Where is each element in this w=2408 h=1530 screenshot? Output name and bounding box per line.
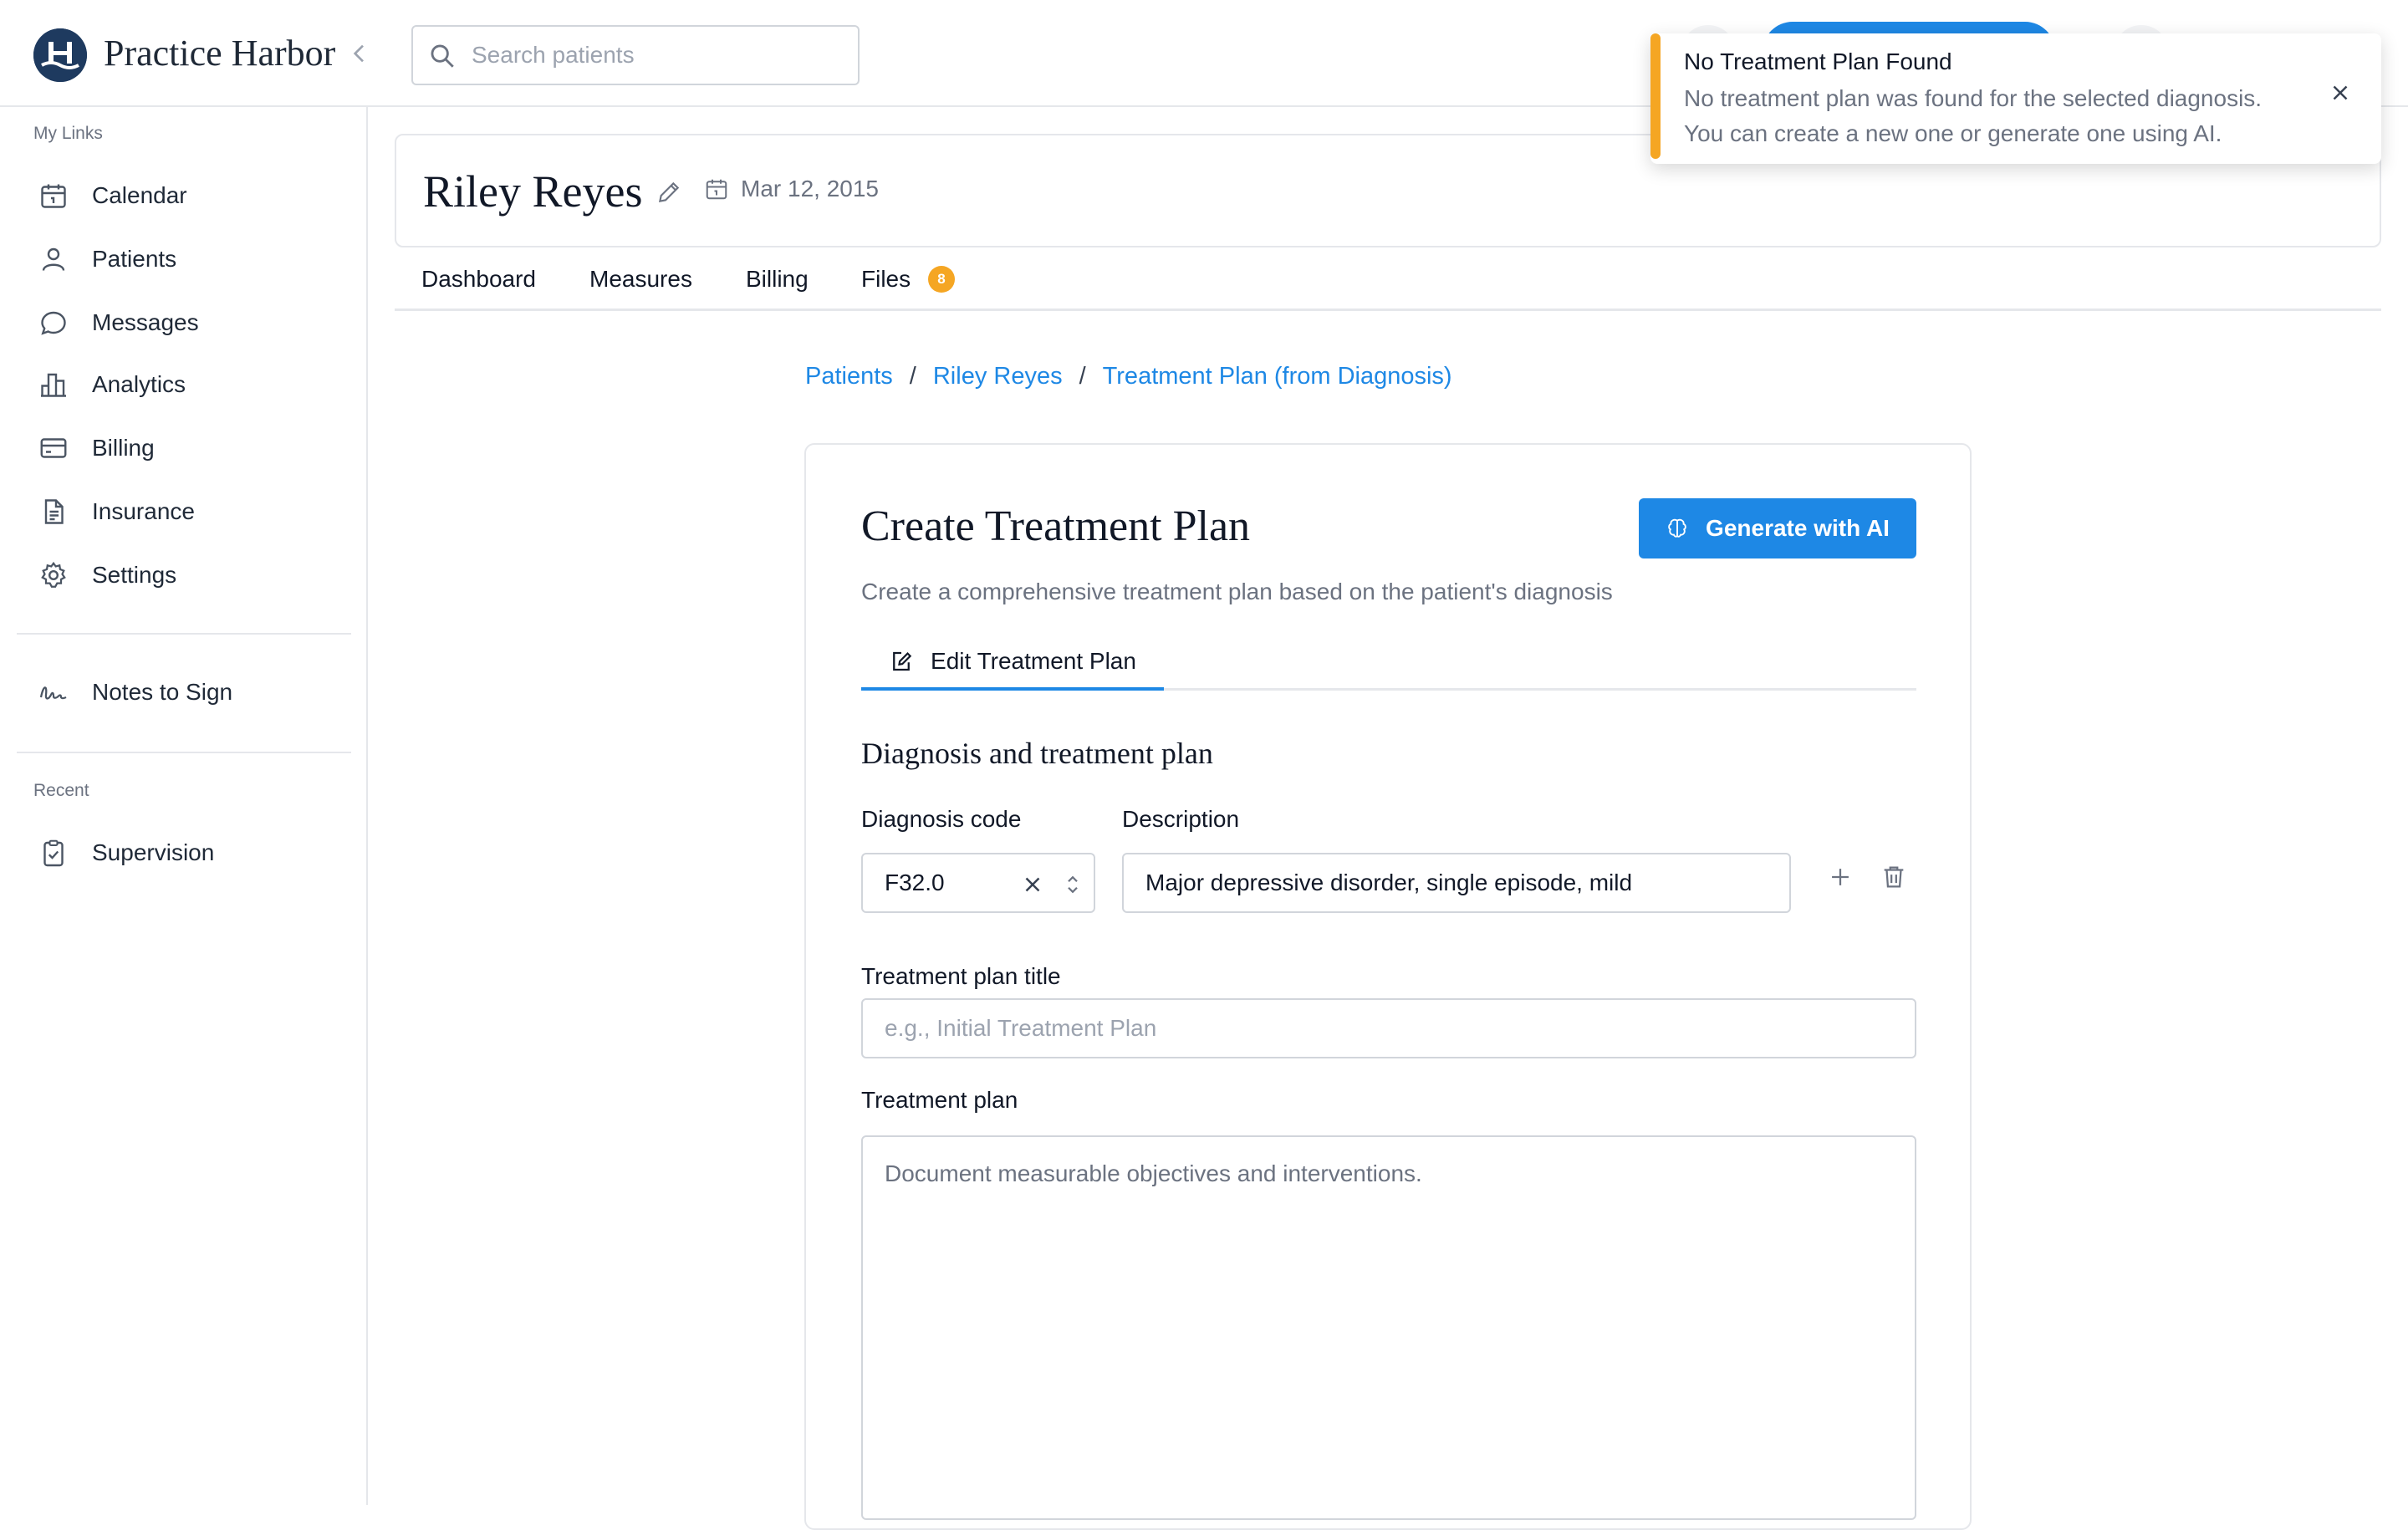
signature-icon [38,677,69,707]
sidebar: My Links Calendar Patients Messages Anal… [0,107,368,1505]
sidebar-item-billing[interactable]: Billing [17,421,351,475]
sidebar-section-my-links: My Links [33,124,103,143]
sidebar-item-label: Patients [92,246,177,272]
breadcrumb-separator: / [1079,363,1086,390]
diagnosis-code-value: F32.0 [885,870,945,895]
sidebar-item-notes-to-sign[interactable]: Notes to Sign [17,666,351,719]
treatment-plan-placeholder: Document measurable objectives and inter… [885,1160,1422,1186]
sidebar-divider [17,633,351,635]
generate-with-ai-button[interactable]: Generate with AI [1639,498,1916,558]
section-title: Diagnosis and treatment plan [861,737,1213,770]
patient-tabs: Dashboard Measures Billing Files 8 [395,254,2381,311]
sidebar-item-label: Notes to Sign [92,679,233,705]
breadcrumb-separator: / [909,363,916,390]
sidebar-item-label: Insurance [92,498,195,524]
credit-card-icon [38,433,69,463]
sidebar-item-label: Calendar [92,182,187,208]
close-icon[interactable] [2328,80,2353,105]
sidebar-item-messages[interactable]: Messages [17,296,351,349]
tab-label: Edit Treatment Plan [931,648,1136,674]
chart-icon [38,370,69,400]
sidebar-item-label: Analytics [92,371,186,397]
breadcrumb-patients[interactable]: Patients [805,363,893,390]
calendar-icon [706,179,727,200]
treatment-plan-form: Create Treatment Plan Generate with AI C… [804,443,1972,1530]
toast-warning-bar [1650,33,1661,159]
brain-icon [1668,518,1686,538]
document-icon [38,497,69,527]
sidebar-item-analytics[interactable]: Analytics [17,358,351,411]
sidebar-item-insurance[interactable]: Insurance [17,485,351,538]
treatment-plan-label: Treatment plan [861,1087,1018,1113]
tab-billing[interactable]: Billing [746,266,809,293]
tab-dashboard[interactable]: Dashboard [421,266,536,293]
sidebar-item-label: Billing [92,435,155,461]
toast-title: No Treatment Plan Found [1684,48,1952,74]
breadcrumb-patient[interactable]: Riley Reyes [933,363,1063,390]
form-title: Create Treatment Plan [861,502,1251,550]
patient-name: Riley Reyes [423,166,643,217]
brand-name: Practice Harbor [104,33,336,74]
user-icon [38,244,69,274]
search-icon [431,44,454,68]
chevron-left-icon [353,44,364,63]
search-input[interactable] [470,27,846,84]
toast-notification: No Treatment Plan Found No treatment pla… [1650,33,2381,164]
search-box[interactable] [411,25,860,85]
sidebar-item-label: Settings [92,562,177,588]
collapse-sidebar-button[interactable] [346,40,373,67]
description-label: Description [1122,806,1240,832]
toast-message-line-2: You can create a new one or generate one… [1684,120,2222,146]
logo [33,28,87,82]
trash-icon[interactable] [1880,863,1908,891]
breadcrumb-current[interactable]: Treatment Plan (from Diagnosis) [1103,363,1452,390]
edit-name-button[interactable] [656,179,682,206]
add-icon[interactable] [1826,863,1854,891]
sidebar-item-patients[interactable]: Patients [17,232,351,286]
diagnosis-code-label: Diagnosis code [861,806,1022,832]
generate-with-ai-label: Generate with AI [1706,515,1890,541]
toast-message-line-1: No treatment plan was found for the sele… [1684,85,2263,111]
edit-icon [893,651,912,671]
gear-icon [38,560,69,590]
tab-files[interactable]: Files [861,266,911,293]
clipboard-check-icon [38,838,69,868]
treatment-plan-title-label: Treatment plan title [861,963,1061,989]
sidebar-section-recent: Recent [33,781,89,800]
sidebar-item-calendar[interactable]: Calendar [17,169,351,222]
sidebar-item-supervision[interactable]: Supervision [17,826,351,880]
description-value: Major depressive disorder, single episod… [1145,870,1633,895]
treatment-plan-title-input[interactable]: e.g., Initial Treatment Plan [861,998,1916,1058]
treatment-plan-textarea[interactable]: Document measurable objectives and inter… [861,1135,1916,1520]
sidebar-item-settings[interactable]: Settings [17,548,351,602]
tab-edit-treatment-plan[interactable]: Edit Treatment Plan [861,635,1164,691]
form-subtitle: Create a comprehensive treatment plan ba… [861,579,1613,604]
clear-icon[interactable] [1020,872,1045,897]
files-count-badge: 8 [928,266,955,293]
sidebar-item-label: Messages [92,309,199,335]
tab-measures[interactable]: Measures [589,266,692,293]
chevron-up-down-icon[interactable] [1060,872,1085,897]
sidebar-divider [17,752,351,753]
message-icon [38,308,69,338]
treatment-plan-title-placeholder: e.g., Initial Treatment Plan [885,1015,1157,1041]
sidebar-item-label: Supervision [92,839,215,865]
date-of-birth: Mar 12, 2015 [704,176,879,202]
diagnosis-code-select[interactable]: F32.0 [861,853,1095,913]
breadcrumb: Patients / Riley Reyes / Treatment Plan … [805,363,1452,390]
calendar-icon [38,181,69,211]
pencil-icon [658,181,680,203]
description-field[interactable]: Major depressive disorder, single episod… [1122,853,1791,913]
form-tabs: Edit Treatment Plan [861,635,1916,691]
dob-text: Mar 12, 2015 [741,176,879,201]
